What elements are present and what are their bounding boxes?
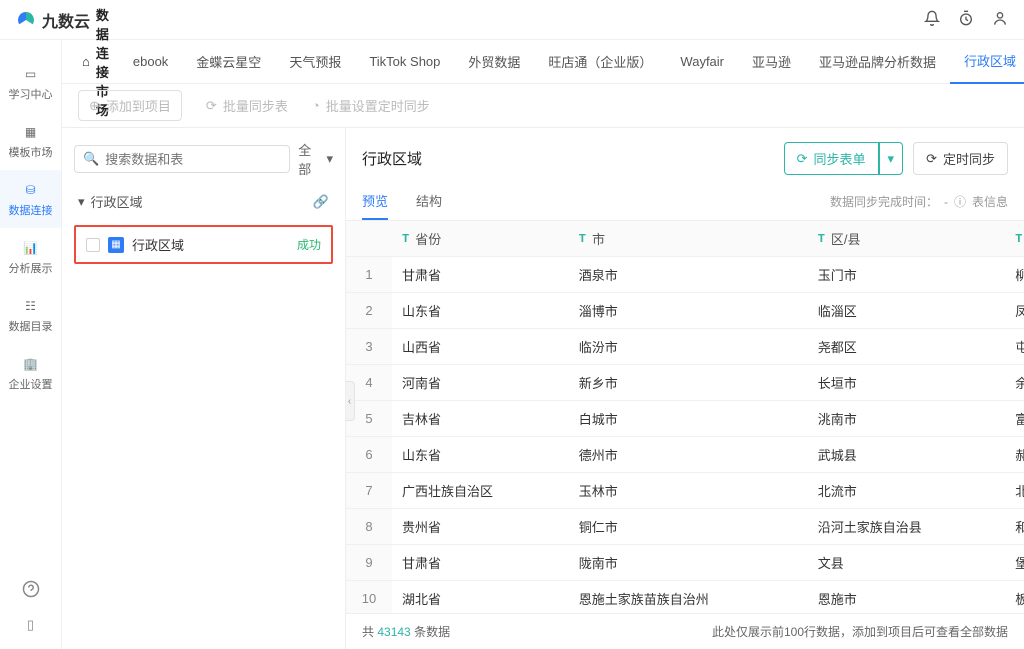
row-count: 共 43143 条数据: [362, 623, 450, 640]
refresh-icon: ⟳: [206, 98, 217, 114]
data-icon: ⛁: [21, 180, 41, 200]
search-icon: 🔍: [83, 151, 99, 167]
home-icon: ⌂: [82, 54, 90, 69]
collapse-icon[interactable]: ▯: [27, 617, 34, 633]
clock-icon: ⟳: [926, 151, 937, 167]
sync-dropdown[interactable]: ▾: [879, 142, 904, 175]
sidebar-item-data[interactable]: ⛁数据连接: [0, 170, 61, 228]
type-icon: T: [579, 232, 586, 246]
tab-亚马逊[interactable]: 亚马逊: [738, 40, 805, 84]
info-icon[interactable]: ⓘ: [954, 193, 966, 210]
batch-sync-button[interactable]: ⟳批量同步表: [206, 96, 288, 115]
col-header[interactable]: T省份: [392, 221, 569, 257]
table-row[interactable]: 7广西壮族自治区玉林市北流市北流镇: [346, 473, 1024, 509]
tabstrip: ⌂ 数据连接市场 ebook金蝶云星空天气预报TikTok Shop外贸数据旺店…: [62, 40, 1024, 84]
tree-root[interactable]: ▾行政区域 🔗: [74, 188, 333, 215]
schedule-button[interactable]: ⟳定时同步: [913, 142, 1008, 175]
tab-天气预报[interactable]: 天气预报: [275, 40, 355, 84]
building-icon: 🏢: [21, 354, 41, 374]
table-row[interactable]: 8贵州省铜仁市沿河土家族自治县和平街: [346, 509, 1024, 545]
checkbox-icon[interactable]: [86, 238, 100, 252]
add-to-project-button[interactable]: ⊕添加到项目: [78, 90, 182, 121]
tree-item-selected[interactable]: ▦ 行政区域 成功: [74, 225, 333, 264]
tab-preview[interactable]: 预览: [362, 183, 388, 220]
page-title: 行政区域: [362, 148, 422, 169]
grid-icon: ▦: [21, 122, 41, 142]
search-input[interactable]: [105, 152, 281, 167]
table-icon: ▦: [108, 237, 124, 253]
sync-button[interactable]: ⟳同步表单: [784, 142, 879, 175]
sidebar: ▭学习中心 ▦模板市场 ⛁数据连接 📊分析展示 ☷数据目录 🏢企业设置 ▯: [0, 40, 62, 649]
list-icon: ☷: [21, 296, 41, 316]
tab-亚马逊品牌分析数据[interactable]: 亚马逊品牌分析数据: [805, 40, 950, 84]
col-header[interactable]: T街道/镇: [1005, 221, 1024, 257]
plus-icon: ⊕: [89, 98, 100, 114]
tab-外贸数据[interactable]: 外贸数据: [454, 40, 534, 84]
batch-schedule-button[interactable]: ◔批量设置定时同步: [312, 96, 430, 115]
type-icon: T: [818, 232, 825, 246]
footer-hint: 此处仅展示前100行数据，添加到项目后可查看全部数据: [712, 623, 1008, 640]
help-icon[interactable]: [22, 580, 40, 601]
sidebar-item-learn[interactable]: ▭学习中心: [0, 54, 61, 112]
table-row[interactable]: 10湖北省恩施土家族苗族自治州恩施市板桥镇: [346, 581, 1024, 614]
chart-icon: 📊: [21, 238, 41, 258]
bell-icon[interactable]: [924, 10, 940, 29]
sidebar-item-catalog[interactable]: ☷数据目录: [0, 286, 61, 344]
tab-struct[interactable]: 结构: [416, 183, 442, 220]
tab-Wayfair[interactable]: Wayfair: [666, 40, 738, 84]
table-row[interactable]: 1甘肃省酒泉市玉门市柳湖镇: [346, 257, 1024, 293]
filter-select[interactable]: 全部 ▾: [298, 140, 333, 178]
sidebar-item-setting[interactable]: 🏢企业设置: [0, 344, 61, 402]
table-row[interactable]: 5吉林省白城市洮南市富文街: [346, 401, 1024, 437]
caret-down-icon: ▾: [888, 151, 895, 167]
tab-行政区域[interactable]: 行政区域: [950, 40, 1024, 84]
tab-金蝶云星空[interactable]: 金蝶云星空: [182, 40, 275, 84]
brand-icon: [16, 10, 36, 30]
table-row[interactable]: 6山东省德州市武城县郝王庄镇: [346, 437, 1024, 473]
search-input-wrap[interactable]: 🔍: [74, 145, 290, 173]
panel-collapse-handle[interactable]: ‹: [346, 381, 355, 421]
sidebar-item-template[interactable]: ▦模板市场: [0, 112, 61, 170]
tab-TikTok Shop[interactable]: TikTok Shop: [355, 40, 454, 84]
book-icon: ▭: [21, 64, 41, 84]
clock-icon: ◔: [312, 98, 320, 113]
col-header[interactable]: T区/县: [808, 221, 1006, 257]
data-table: T省份T市T区/县T街道/镇 1甘肃省酒泉市玉门市柳湖镇2山东省淄博市临淄区凤凰…: [346, 221, 1024, 613]
link-icon[interactable]: 🔗: [313, 194, 329, 210]
user-icon[interactable]: [992, 10, 1008, 29]
tab-ebook[interactable]: ebook: [119, 40, 182, 84]
timer-icon[interactable]: [958, 10, 974, 29]
chevron-down-icon: ▾: [78, 194, 85, 210]
status-badge: 成功: [297, 236, 321, 253]
refresh-icon: ⟳: [797, 151, 808, 167]
table-row[interactable]: 9甘肃省陇南市文县堡子坝镇: [346, 545, 1024, 581]
left-panel: 🔍 全部 ▾ ▾行政区域 🔗 ▦ 行政区域: [62, 128, 346, 649]
type-icon: T: [1015, 232, 1022, 246]
sidebar-item-viz[interactable]: 📊分析展示: [0, 228, 61, 286]
col-header[interactable]: T市: [569, 221, 808, 257]
caret-down-icon: ▾: [326, 151, 333, 167]
toolbar: ⊕添加到项目 ⟳批量同步表 ◔批量设置定时同步: [62, 84, 1024, 128]
table-row[interactable]: 2山东省淄博市临淄区凤凰镇: [346, 293, 1024, 329]
table-row[interactable]: 3山西省临汾市尧都区屯里镇: [346, 329, 1024, 365]
table-row[interactable]: 4河南省新乡市长垣市余家镇: [346, 365, 1024, 401]
type-icon: T: [402, 232, 409, 246]
tab-旺店通（企业版）[interactable]: 旺店通（企业版）: [534, 40, 666, 84]
